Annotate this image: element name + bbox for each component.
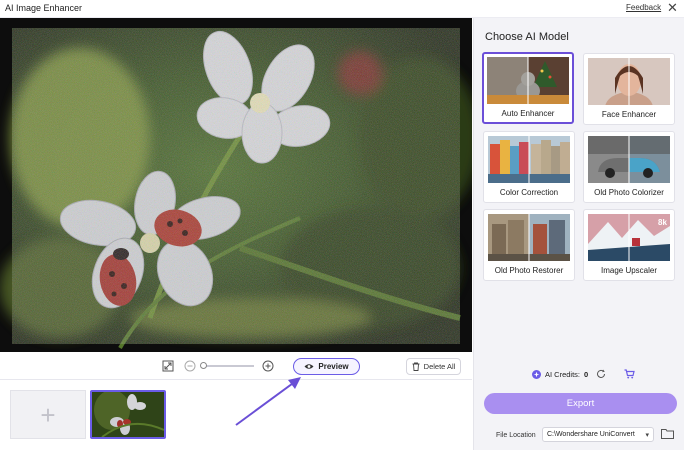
file-location-label: File Location — [496, 432, 536, 439]
face-enhancer-preview — [588, 58, 670, 105]
old-photo-restorer-preview — [488, 214, 570, 261]
preview-button[interactable]: Preview — [293, 358, 360, 375]
ai-image-enhancer-window: AI Image Enhancer Feedback ✕ Preview Del… — [0, 0, 684, 450]
fit-screen-icon[interactable] — [162, 360, 174, 372]
panel-title: Choose AI Model — [485, 31, 569, 43]
thumbnail-strip: + — [0, 380, 472, 450]
model-panel: Choose AI Model Auto Enhancer Face Enhan… — [473, 18, 684, 450]
model-card-old-photo-colorizer[interactable]: Old Photo Colorizer — [583, 131, 675, 203]
file-location-value: C:\Wondershare UniConvert — [547, 431, 635, 438]
image-thumbnail[interactable] — [90, 390, 166, 439]
upscaler-badge: 8k — [658, 218, 667, 227]
model-label: Image Upscaler — [600, 266, 658, 275]
model-card-color-correction[interactable]: Color Correction — [483, 131, 575, 203]
close-icon[interactable]: ✕ — [667, 1, 678, 15]
color-correction-preview — [488, 136, 570, 183]
flower-photo — [0, 28, 472, 349]
plus-icon: + — [40, 399, 56, 430]
model-label: Face Enhancer — [601, 110, 657, 119]
eye-icon — [304, 364, 314, 369]
preview-label: Preview — [318, 362, 349, 371]
ai-credits-icon — [532, 369, 541, 379]
feedback-link[interactable]: Feedback — [626, 3, 661, 12]
old-photo-colorizer-preview — [588, 136, 670, 183]
zoom-in-icon[interactable] — [262, 360, 274, 372]
trash-icon — [412, 362, 420, 371]
zoom-out-icon[interactable] — [184, 360, 196, 372]
ai-credits-count: 0 — [584, 369, 589, 379]
image-viewer — [0, 18, 472, 352]
zoom-slider-handle[interactable] — [200, 362, 207, 369]
model-card-auto-enhancer[interactable]: Auto Enhancer — [482, 52, 574, 124]
refresh-icon[interactable] — [596, 369, 606, 379]
model-label: Auto Enhancer — [501, 109, 555, 118]
ai-credits: AI Credits: 0 — [532, 369, 635, 379]
viewer-toolbar: Preview Delete All — [0, 352, 472, 380]
model-label: Old Photo Colorizer — [594, 188, 664, 197]
chevron-down-icon: ▾ — [645, 432, 649, 439]
auto-enhancer-preview — [487, 57, 569, 104]
file-location-select[interactable]: C:\Wondershare UniConvert ▾ — [542, 427, 654, 442]
image-upscaler-preview: 8k — [588, 214, 670, 261]
model-label: Old Photo Restorer — [494, 266, 564, 275]
delete-all-label: Delete All — [423, 362, 456, 371]
ai-credits-label: AI Credits: — [545, 369, 581, 379]
folder-icon[interactable] — [661, 428, 674, 439]
add-image-button[interactable]: + — [10, 390, 86, 439]
cart-icon[interactable] — [624, 369, 635, 379]
delete-all-button[interactable]: Delete All — [406, 358, 461, 375]
zoom-slider-track[interactable] — [202, 365, 254, 367]
thumbnail-photo — [92, 392, 164, 437]
model-card-image-upscaler[interactable]: 8k Image Upscaler — [583, 209, 675, 281]
title-bar: AI Image Enhancer Feedback ✕ — [0, 0, 684, 18]
model-label: Color Correction — [499, 188, 559, 197]
model-card-old-photo-restorer[interactable]: Old Photo Restorer — [483, 209, 575, 281]
window-title: AI Image Enhancer — [5, 3, 83, 13]
model-card-face-enhancer[interactable]: Face Enhancer — [583, 53, 675, 125]
export-button[interactable]: Export — [484, 393, 677, 414]
